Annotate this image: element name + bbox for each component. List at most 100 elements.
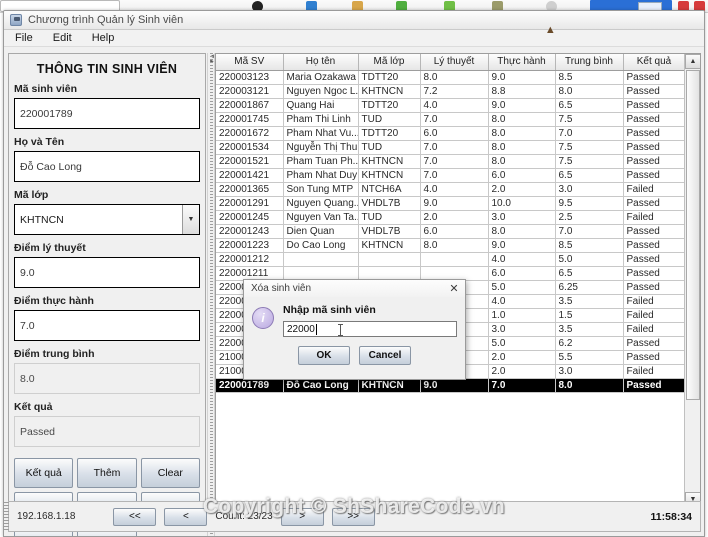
- input-diem-thuc-hanh[interactable]: 7.0: [14, 310, 200, 341]
- table-row[interactable]: 220001212 4.0 5.0 Passed: [216, 252, 686, 267]
- table-row[interactable]: 220003123 Maria Ozakawa TDTT20 8.0 9.0 8.5 Pas…: [216, 70, 686, 85]
- table-cell: Dien Quan: [283, 224, 359, 239]
- col-ly-thuyet[interactable]: Lý thuyết: [420, 54, 489, 71]
- col-ma-lop[interactable]: Mã lớp: [358, 54, 421, 71]
- table-cell: Passed: [623, 252, 686, 267]
- table-cell: Maria Ozakawa: [283, 70, 359, 85]
- col-ma-sv[interactable]: Mã SV: [216, 54, 284, 71]
- col-trung-binh[interactable]: Trung bình: [555, 54, 624, 71]
- table-row[interactable]: 220001789 Đỗ Cao Long KHTNCN 9.0 7.0 8.0 Passe…: [216, 378, 686, 393]
- table-cell: 8.8: [488, 84, 556, 99]
- table-row[interactable]: 220001534 Nguyễn Thị Thu TUD 7.0 8.0 7.5 Passe…: [216, 140, 686, 155]
- table-cell: Son Tung MTP: [283, 182, 359, 197]
- mouse-text-cursor: [338, 324, 343, 336]
- split-pane-divider[interactable]: ◄ ►: [207, 53, 215, 536]
- table-cell: Passed: [623, 238, 686, 253]
- nav-first-button[interactable]: <<: [113, 507, 157, 526]
- dialog-ok-button[interactable]: OK: [298, 346, 350, 365]
- table-cell: 8.0: [488, 140, 556, 155]
- menu-item-help[interactable]: Help: [89, 31, 118, 45]
- table-row[interactable]: 220001421 Pham Nhat Duy KHTNCN 7.0 6.0 6.5 Pas…: [216, 168, 686, 183]
- table-cell: 2.5: [555, 210, 624, 225]
- table-row[interactable]: 220001867 Quang Hai TDTT20 4.0 9.0 6.5 Passed: [216, 98, 686, 113]
- table-cell: Failed: [623, 182, 686, 197]
- input-ho-va-ten[interactable]: Đỗ Cao Long: [14, 151, 200, 182]
- them-button[interactable]: Thêm: [77, 458, 137, 488]
- input-diem-ly-thuyet[interactable]: 9.0: [14, 257, 200, 288]
- table-vertical-scrollbar[interactable]: ▲ ▼: [684, 54, 700, 507]
- table-row[interactable]: 220001745 Pham Thi Linh TUD 7.0 8.0 7.5 Passed: [216, 112, 686, 127]
- col-ho-ten[interactable]: Họ tên: [283, 54, 359, 71]
- table-cell: 9.0: [488, 70, 556, 85]
- table-cell: Pham Tuan Ph...: [283, 154, 359, 169]
- dialog-title-text: Xóa sinh viên: [251, 283, 312, 294]
- table-cell: TDTT20: [358, 126, 421, 141]
- table-cell: 8.5: [555, 70, 624, 85]
- table-cell: Passed: [623, 112, 686, 127]
- label-ma-sinh-vien: Mã sinh viên: [14, 83, 78, 95]
- output-diem-trung-binh: 8.0: [14, 363, 200, 394]
- table-row[interactable]: 220001521 Pham Tuan Ph... KHTNCN 7.0 8.0 7.5 P…: [216, 154, 686, 169]
- table-cell: VHDL7B: [358, 224, 421, 239]
- close-icon[interactable]: ✕: [447, 282, 461, 296]
- nav-next-button[interactable]: >: [280, 507, 324, 526]
- table-cell: 7.0: [555, 224, 624, 239]
- table-cell: Failed: [623, 322, 686, 337]
- table-cell: 220001365: [216, 182, 284, 197]
- table-cell: 5.0: [488, 280, 556, 295]
- window-body: THÔNG TIN SINH VIÊN Mã sinh viên 2200017…: [4, 48, 704, 536]
- table-cell: 4.0: [488, 294, 556, 309]
- table-row[interactable]: 220001211 6.0 6.5 Passed: [216, 266, 686, 281]
- status-bar: 192.168.1.18 << < Count: 23/23 > >> 11:5…: [4, 501, 701, 532]
- table-cell: Passed: [623, 98, 686, 113]
- chevron-down-icon[interactable]: ▼: [182, 205, 199, 234]
- table-row[interactable]: 220003121 Nguyen Ngoc L... KHTNCN 7.2 8.8 8.0…: [216, 84, 686, 99]
- table-cell: 220001421: [216, 168, 284, 183]
- menu-bar: File Edit Help: [4, 30, 704, 47]
- scroll-up-icon[interactable]: ▲: [685, 54, 700, 69]
- window-title: Chương trình Quản lý Sinh viên: [28, 14, 184, 26]
- col-ket-qua[interactable]: Kết quả: [623, 54, 686, 71]
- table-row[interactable]: 220001672 Pham Nhat Vu... TDTT20 6.0 8.0 7.0 P…: [216, 126, 686, 141]
- input-ma-sinh-vien[interactable]: 220001789: [14, 98, 200, 129]
- dialog-buttons: OK Cancel: [252, 346, 457, 365]
- select-ma-lop[interactable]: KHTNCN ▼: [14, 204, 200, 235]
- logo-glyph: ▲: [544, 23, 556, 36]
- table-row[interactable]: 220001223 Do Cao Long KHTNCN 8.0 9.0 8.5 Passe…: [216, 238, 686, 253]
- table-header-row: Mã SV Họ tên Mã lớp Lý thuyết Thực hành …: [216, 54, 686, 71]
- menu-item-file[interactable]: File: [12, 31, 36, 45]
- label-ho-va-ten: Họ và Tên: [14, 136, 65, 148]
- clear-button[interactable]: Clear: [140, 458, 200, 488]
- table-cell: 4.0: [420, 98, 489, 113]
- status-grip: [4, 502, 9, 531]
- table-cell: 8.0: [555, 378, 624, 393]
- col-thuc-hanh[interactable]: Thực hành: [488, 54, 556, 71]
- dialog-student-id-input[interactable]: 22000: [283, 321, 457, 337]
- screen-root: ▲ SHARECODE.vn Chương trình Quản lý Sinh…: [0, 0, 708, 537]
- table-cell: [283, 266, 359, 281]
- table-cell: 8.0: [555, 84, 624, 99]
- info-icon: i: [252, 307, 274, 329]
- nav-prev-button[interactable]: <: [164, 507, 208, 526]
- table-cell: [358, 266, 421, 281]
- scrollbar-thumb[interactable]: [686, 70, 700, 400]
- table-row[interactable]: 220001245 Nguyen Van Ta... TUD 2.0 3.0 2.5 Fai…: [216, 210, 686, 225]
- table-cell: Nguyễn Thị Thu: [283, 140, 359, 155]
- ket-qua-button[interactable]: Kết quả: [14, 458, 74, 488]
- label-ket-qua: Kết quả: [14, 401, 53, 413]
- table-cell: Failed: [623, 294, 686, 309]
- table-cell: 7.0: [420, 168, 489, 183]
- menu-item-edit[interactable]: Edit: [50, 31, 75, 45]
- table-row[interactable]: 220001365 Son Tung MTP NTCH6A 4.0 2.0 3.0 Fail…: [216, 182, 686, 197]
- table-row[interactable]: 220001243 Dien Quan VHDL7B 6.0 8.0 7.0 Passed: [216, 224, 686, 239]
- table-cell: 220001745: [216, 112, 284, 127]
- table-row[interactable]: 220001291 Nguyen Quang... VHDL7B 9.0 10.0 9.5…: [216, 196, 686, 211]
- table-cell: Passed: [623, 154, 686, 169]
- splitter-grip[interactable]: [210, 53, 213, 536]
- table-cell: 6.25: [555, 280, 624, 295]
- dialog-cancel-button[interactable]: Cancel: [359, 346, 411, 365]
- table-cell: Pham Nhat Duy: [283, 168, 359, 183]
- nav-last-button[interactable]: >>: [331, 507, 375, 526]
- table-cell: Failed: [623, 364, 686, 379]
- dialog-titlebar: Xóa sinh viên ✕: [244, 280, 465, 297]
